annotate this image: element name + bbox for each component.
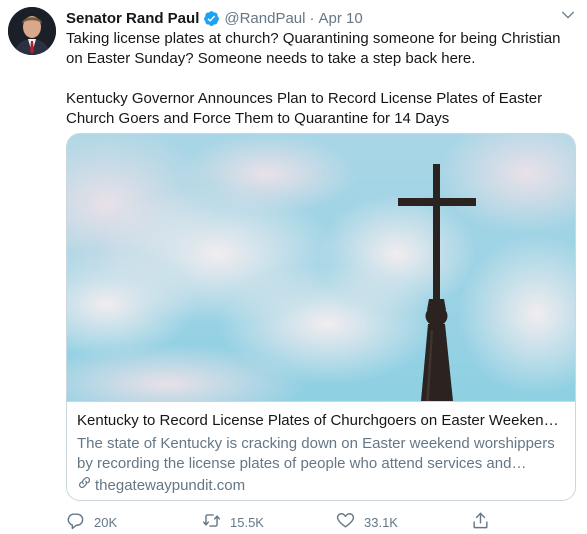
verified-badge-icon [203,10,220,27]
link-icon [77,475,95,496]
tweet-actions: 20K 15.5K 33.1K [66,511,576,533]
tweet-date[interactable]: Apr 10 [318,10,362,27]
separator-dot: · [309,9,315,27]
reply-icon [66,511,94,533]
retweet-button[interactable]: 15.5K [202,511,264,533]
tweet-text: Taking license plates at church? Quarant… [66,29,576,129]
link-card-title: Kentucky to Record License Plates of Chu… [77,412,563,429]
author-name[interactable]: Senator Rand Paul [66,10,199,27]
share-button[interactable] [471,511,499,533]
share-icon [471,511,499,533]
link-card-body[interactable]: Kentucky to Record License Plates of Chu… [67,401,575,500]
author-handle[interactable]: @RandPaul [224,10,305,27]
heart-icon [336,511,364,533]
link-card-description: The state of Kentucky is cracking down o… [77,435,555,472]
reply-count: 20K [94,514,118,530]
tweet[interactable]: Senator Rand Paul @RandPaul · Apr 10 Tak… [0,0,587,534]
tweet-text-paragraph-2: Kentucky Governor Announces Plan to Reco… [66,90,543,127]
retweet-icon [202,511,230,533]
tweet-header: Senator Rand Paul @RandPaul · Apr 10 [66,8,363,28]
avatar[interactable] [8,7,56,55]
tweet-text-paragraph-1: Taking license plates at church? Quarant… [66,30,561,67]
reply-button[interactable]: 20K [66,511,117,533]
link-card[interactable]: Kentucky to Record License Plates of Chu… [66,133,576,501]
link-card-domain: thegatewaypundit.com [77,475,563,496]
church-steeple-cross-image[interactable] [67,134,575,424]
retweet-count: 15.5K [230,514,264,530]
chevron-down-icon[interactable] [560,7,576,23]
like-count: 33.1K [364,514,398,530]
link-card-domain-text: thegatewaypundit.com [95,476,246,494]
like-button[interactable]: 33.1K [336,511,398,533]
